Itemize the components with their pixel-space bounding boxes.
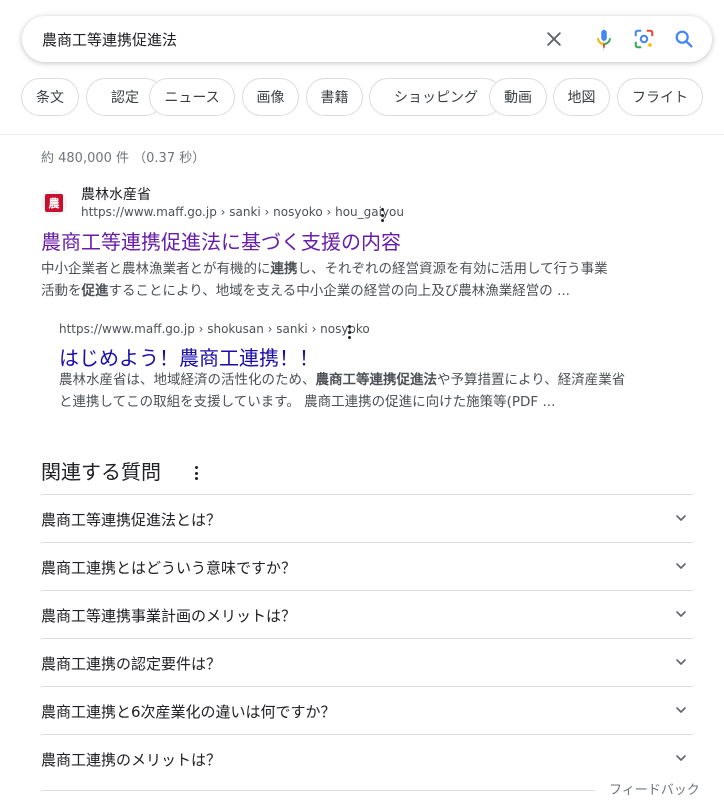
result-snippet-line-2: 活動を促進することにより、地域を支える中小企業の経営の向上及び農林漁業経営の .… xyxy=(41,283,570,299)
search-results-page: 農商工等連携促進法 条文 認定 ニュース 画像 書籍 ショッピング 動画 地図 … xyxy=(0,0,724,805)
microphone-icon[interactable] xyxy=(592,27,616,51)
result-snippet-line-1: 中小企業者と農林漁業者とが有機的に連携し、それぞれの経営資源を有効に活用して行う… xyxy=(41,261,608,277)
feedback-link[interactable]: フィードバック xyxy=(609,779,700,798)
related-question-item[interactable]: 農商工連携のメリットは？ xyxy=(41,734,693,782)
more-options-icon[interactable] xyxy=(376,207,388,223)
chevron-down-icon xyxy=(676,515,686,521)
sublink-more-options-icon[interactable] xyxy=(343,324,355,340)
search-box[interactable]: 農商工等連携促進法 xyxy=(22,16,712,62)
sublink-title-link[interactable]: はじめよう！農商工連携！！ xyxy=(59,342,319,371)
result-site-name[interactable]: 農林水産省 xyxy=(81,184,151,204)
sublink-snippet-line-1: 農林水産省は、地域経済の活性化のため、農商工等連携促進法や予算措置により、経済産… xyxy=(59,372,626,388)
related-question-item[interactable]: 農商工等連携促進法とは？ xyxy=(41,494,693,542)
search-input[interactable]: 農商工等連携促進法 xyxy=(42,29,177,50)
search-icon[interactable] xyxy=(672,27,696,51)
chevron-down-icon xyxy=(676,707,686,713)
chip-news[interactable]: ニュース xyxy=(149,78,235,116)
header-divider xyxy=(0,134,724,135)
related-question-item[interactable]: 農商工連携とはどういう意味ですか？ xyxy=(41,542,693,590)
result-title-link[interactable]: 農商工等連携促進法に基づく支援の内容 xyxy=(41,226,401,255)
related-question-item[interactable]: 農商工等連携事業計画のメリットは？ xyxy=(41,590,693,638)
sublink-snippet: 農林水産省は、地域経済の活性化のため、農商工等連携促進法や予算措置により、経済産… xyxy=(59,369,659,413)
close-icon[interactable] xyxy=(542,27,566,51)
chip-images[interactable]: 画像 xyxy=(242,78,299,116)
related-questions-list: 農商工等連携促進法とは？ 農商工連携とはどういう意味ですか？ 農商工等連携事業計… xyxy=(41,494,693,782)
chevron-down-icon xyxy=(676,563,686,569)
sublink-snippet-line-2: と連携してこの取組を支援しています。 農商工連携の促進に向けた施策等(PDF .… xyxy=(59,394,556,410)
related-question-item[interactable]: 農商工連携の認定要件は？ xyxy=(41,638,693,686)
maff-favicon-icon[interactable]: 農 xyxy=(41,190,67,216)
chevron-down-icon xyxy=(676,755,686,761)
related-question-item[interactable]: 農商工連携と6次産業化の違いは何ですか？ xyxy=(41,686,693,734)
chip-jobun[interactable]: 条文 xyxy=(21,78,79,116)
related-questions-heading: 関連する質問 xyxy=(41,460,161,484)
result-stats: 約 480,000 件 （0.37 秒） xyxy=(41,151,206,166)
chip-maps[interactable]: 地図 xyxy=(553,78,610,116)
chevron-down-icon xyxy=(676,659,686,665)
chip-flights[interactable]: フライト xyxy=(617,78,703,116)
chevron-down-icon xyxy=(676,611,686,617)
sublink-url[interactable]: https://www.maff.go.jp › shokusan › sank… xyxy=(59,322,370,336)
chip-videos[interactable]: 動画 xyxy=(489,78,547,116)
chip-books[interactable]: 書籍 xyxy=(306,78,363,116)
chip-shopping[interactable]: ショッピング xyxy=(369,78,503,116)
result-snippet: 中小企業者と農林漁業者とが有機的に連携し、それぞれの経営資源を有効に活用して行う… xyxy=(41,258,641,302)
related-questions-more-icon[interactable] xyxy=(190,465,202,481)
result-url[interactable]: https://www.maff.go.jp › sanki › nosyoko… xyxy=(81,205,404,219)
lens-icon[interactable] xyxy=(632,27,656,51)
related-questions-divider xyxy=(41,790,595,791)
